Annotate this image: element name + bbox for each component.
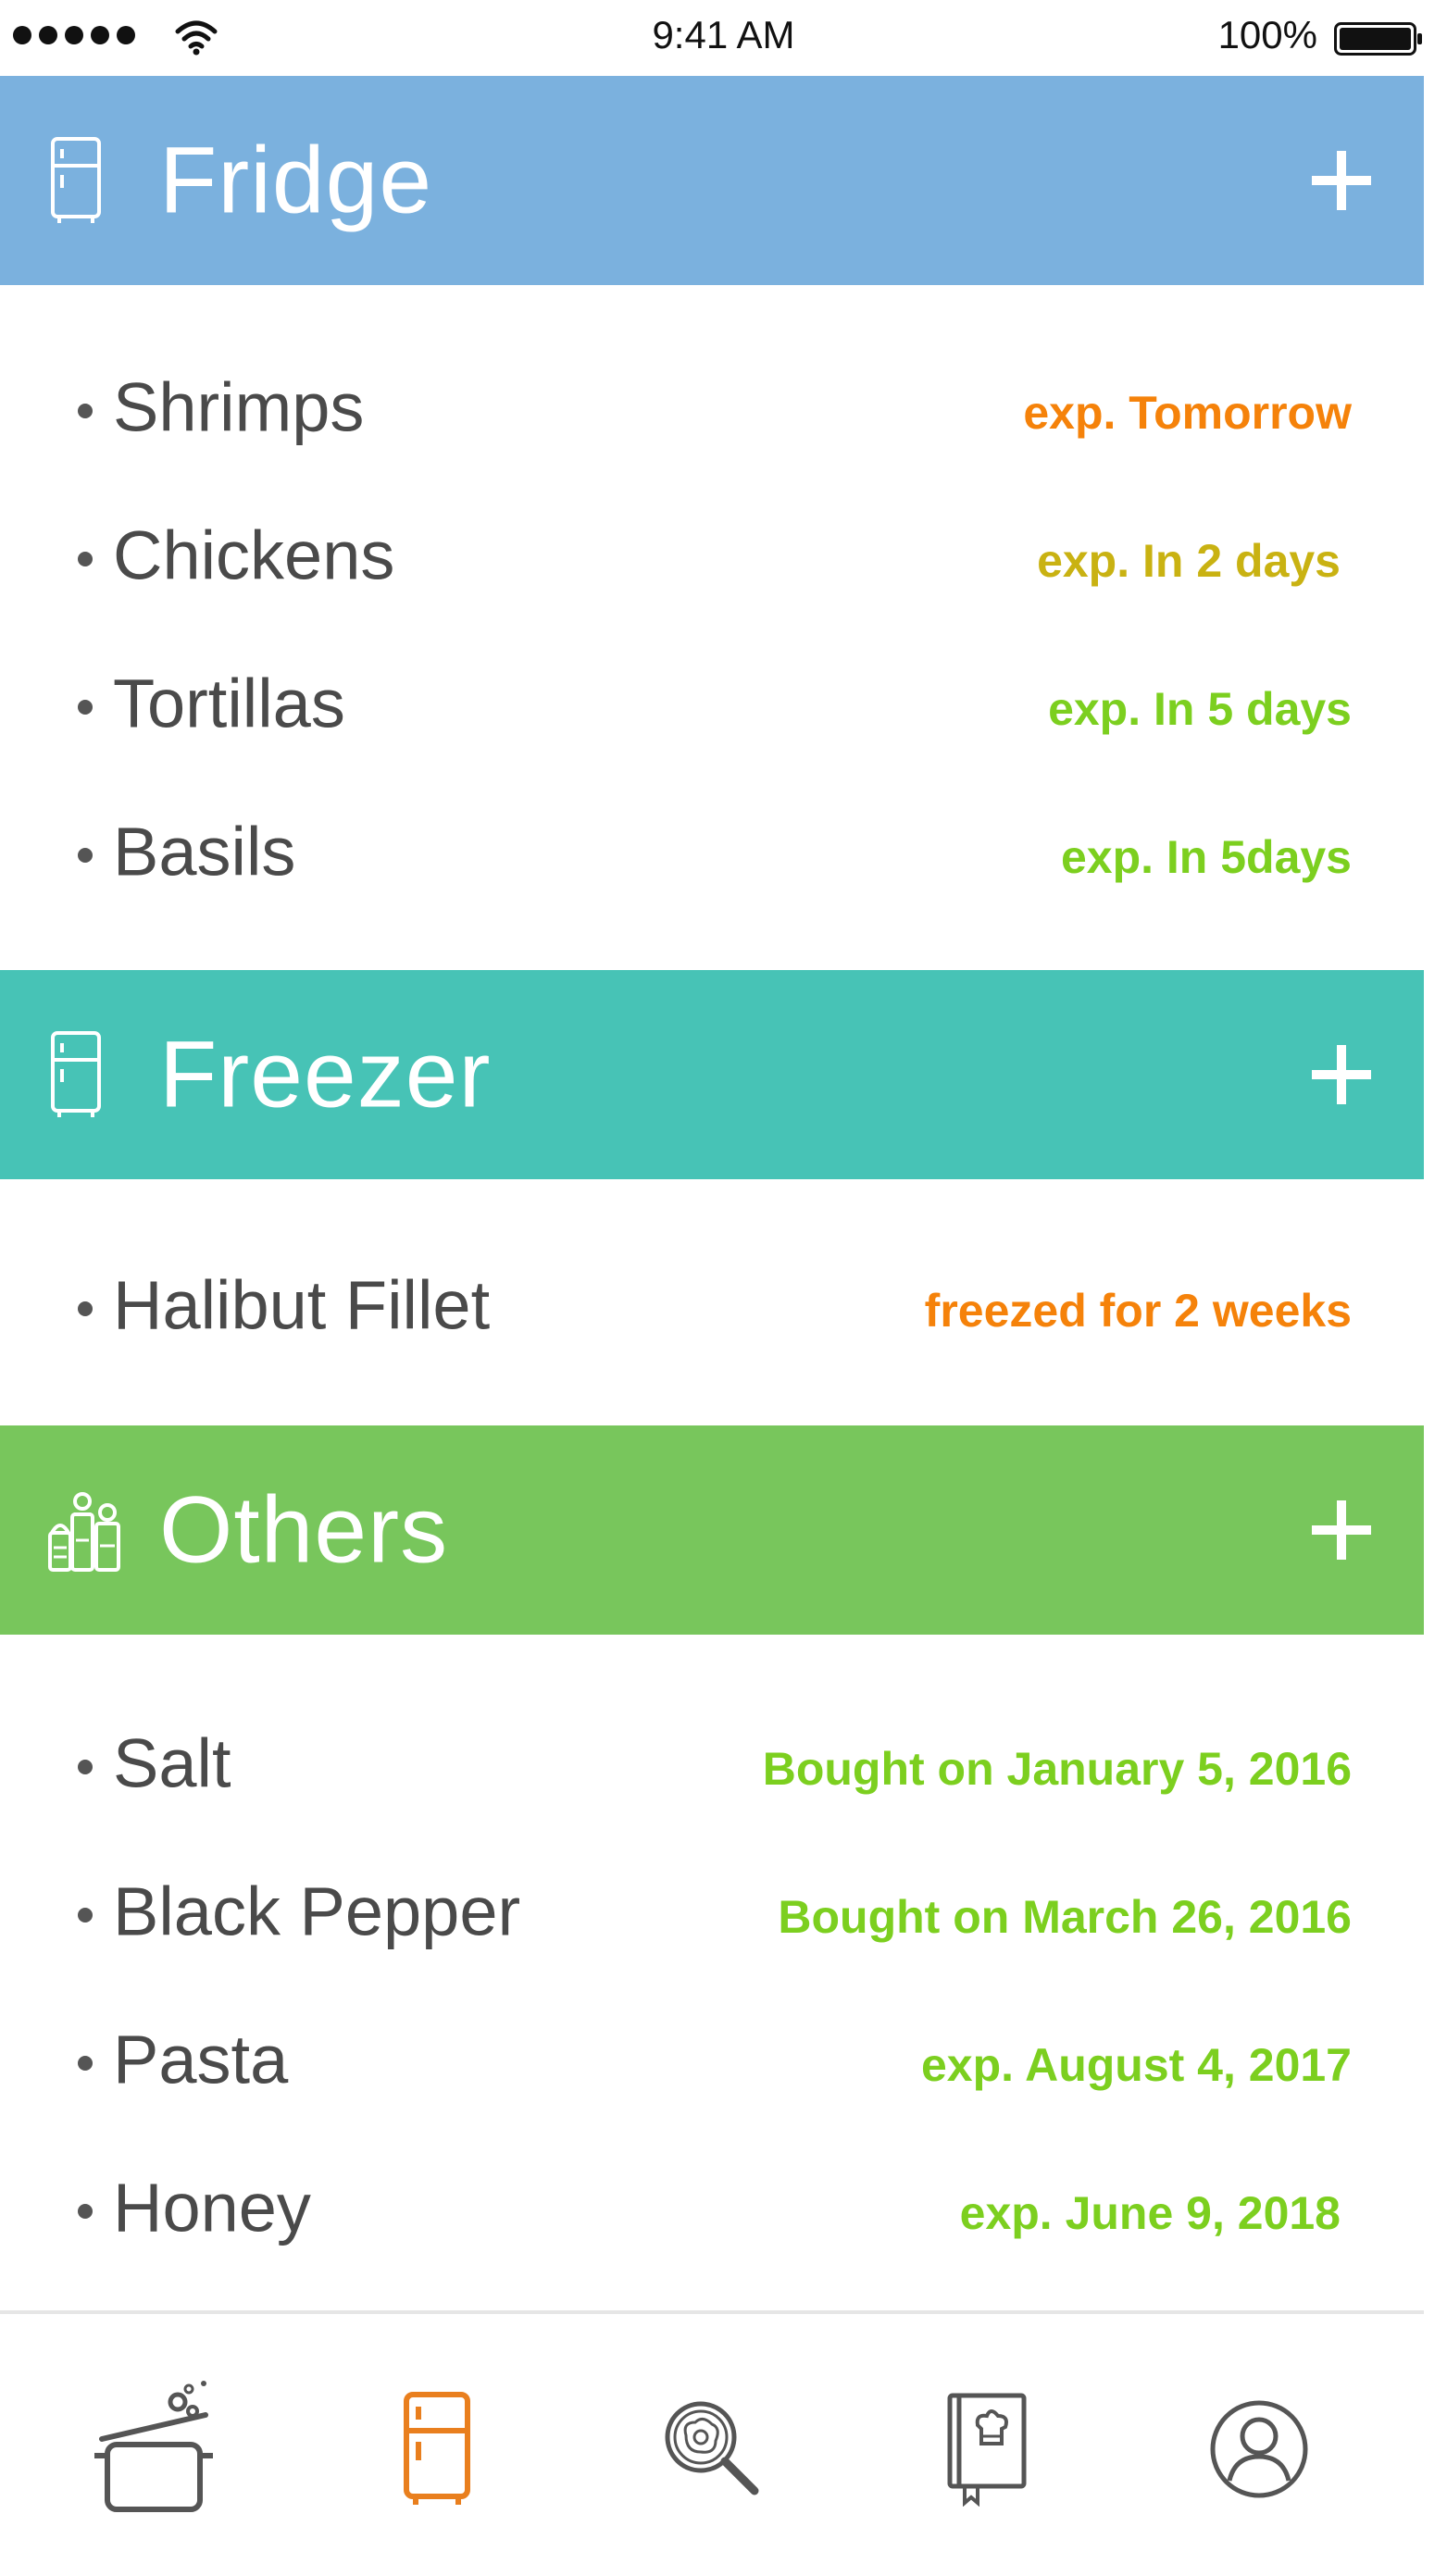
list-item[interactable]: Tortillas exp. In 5 days: [0, 639, 1424, 768]
item-name: Basils: [113, 813, 296, 890]
item-status: Bought on January 5, 2016: [762, 1742, 1352, 1795]
item-name: Halibut Fillet: [113, 1266, 491, 1344]
list-item[interactable]: Chickens exp. In 2 days: [0, 491, 1424, 620]
bullet: [78, 1760, 93, 1774]
battery-icon: [1334, 22, 1422, 56]
item-name: Black Pepper: [113, 1873, 521, 1950]
section-title-freezer: Freezer: [159, 1021, 492, 1127]
bullet: [78, 700, 93, 715]
bullet: [78, 552, 93, 566]
section-title-fridge: Fridge: [159, 127, 433, 233]
item-status: Bought on March 26, 2016: [778, 1890, 1352, 1943]
bullet: [78, 848, 93, 863]
item-name: Pasta: [113, 2021, 289, 2098]
item-status: exp. August 4, 2017: [921, 2038, 1352, 2091]
tab-fridge[interactable]: [363, 2366, 511, 2532]
spice-jars-icon: [48, 1492, 120, 1572]
profile-icon: [1210, 2400, 1308, 2498]
tab-cooking[interactable]: [80, 2366, 228, 2532]
tab-recipes[interactable]: [913, 2366, 1061, 2532]
fridge-icon: [404, 2392, 470, 2505]
tab-profile[interactable]: [1185, 2366, 1333, 2532]
tab-search[interactable]: [639, 2366, 787, 2532]
item-name: Chickens: [113, 516, 395, 594]
item-status: exp. June 9, 2018: [959, 2186, 1341, 2239]
item-status: freezed for 2 weeks: [924, 1284, 1352, 1337]
recipe-book-icon: [947, 2393, 1027, 2507]
list-item[interactable]: Basils exp. In 5days: [0, 787, 1424, 916]
item-name: Tortillas: [113, 665, 345, 742]
section-header-fridge: Fridge: [0, 76, 1424, 285]
plus-icon: [1312, 151, 1371, 210]
status-bar: 9:41 AM 100%: [0, 0, 1447, 76]
section-header-freezer: Freezer: [0, 970, 1424, 1179]
fridge-icon: [51, 137, 101, 223]
item-status: exp. In 5days: [1060, 830, 1352, 883]
add-others-item-button[interactable]: [1287, 1475, 1396, 1585]
bullet: [78, 2204, 93, 2219]
bullet: [78, 404, 93, 418]
section-title-others: Others: [159, 1476, 449, 1583]
item-name: Shrimps: [113, 368, 365, 446]
plus-icon: [1312, 1500, 1371, 1560]
list-item[interactable]: Pasta exp. August 4, 2017: [0, 1995, 1424, 2124]
bullet: [78, 1908, 93, 1923]
item-name: Honey: [113, 2169, 311, 2246]
search-egg-icon: [665, 2401, 759, 2495]
cooking-pot-icon: [94, 2381, 213, 2512]
item-status: exp. In 5 days: [1048, 682, 1352, 735]
section-header-others: Others: [0, 1425, 1424, 1635]
bullet: [78, 1301, 93, 1316]
add-fridge-item-button[interactable]: [1287, 126, 1396, 235]
list-item[interactable]: Halibut Fillet freezed for 2 weeks: [0, 1240, 1424, 1370]
tab-bar: [0, 2310, 1424, 2576]
bullet: [78, 2056, 93, 2071]
battery-percentage: 100%: [1217, 13, 1317, 56]
list-item[interactable]: Black Pepper Bought on March 26, 2016: [0, 1847, 1424, 1976]
item-status: exp. In 2 days: [1037, 534, 1341, 587]
add-freezer-item-button[interactable]: [1287, 1020, 1396, 1129]
fridge-icon: [51, 1031, 101, 1117]
plus-icon: [1312, 1045, 1371, 1104]
list-item[interactable]: Salt Bought on January 5, 2016: [0, 1699, 1424, 1828]
list-item[interactable]: Shrimps exp. Tomorrow: [0, 342, 1424, 472]
item-status: exp. Tomorrow: [1023, 386, 1352, 439]
item-name: Salt: [113, 1724, 231, 1802]
list-item[interactable]: Honey exp. June 9, 2018: [0, 2143, 1424, 2272]
